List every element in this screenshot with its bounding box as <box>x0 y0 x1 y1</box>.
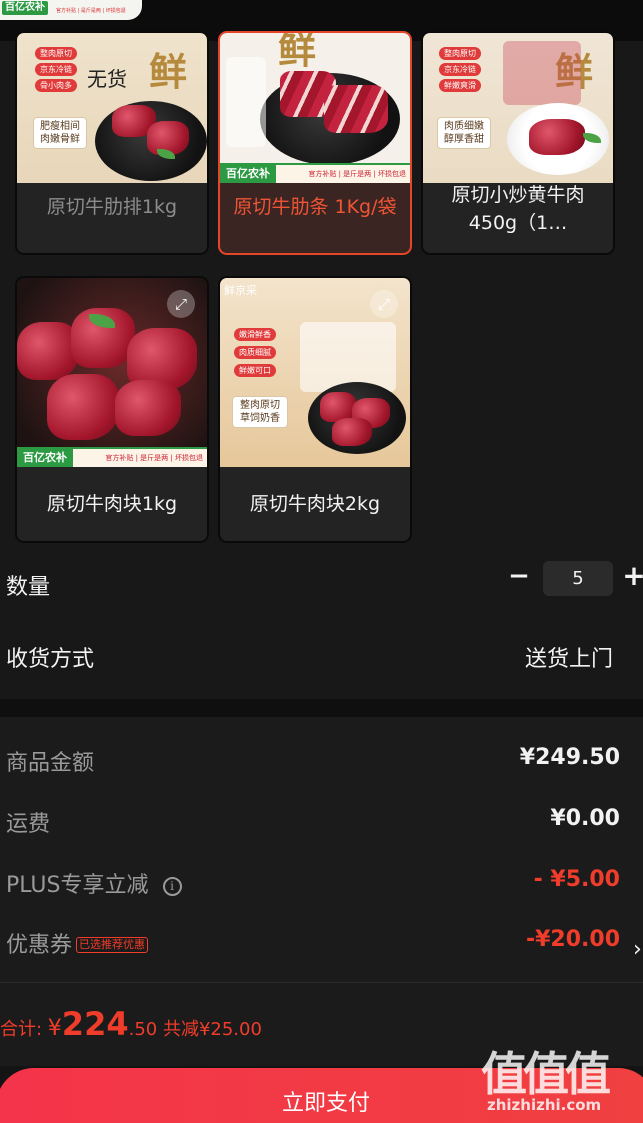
meat-image <box>17 322 79 380</box>
increase-quantity-button[interactable]: + <box>622 562 643 591</box>
meat-image <box>115 380 181 436</box>
feature-box: 肥瘦相间 肉嫩骨鲜 <box>33 117 87 149</box>
feature-box: 肉质细嫩 醇厚香甜 <box>437 117 491 149</box>
brand-logo: 百亿农补 <box>2 1 48 15</box>
quantity-input[interactable]: 5 <box>543 561 613 596</box>
product-image: 整肉原切 京东冷链 鲜嫩爽滑 鲜 肉质细嫩 醇厚香甜 <box>423 33 613 183</box>
badge: 鲜嫩爽滑 <box>439 79 481 92</box>
coupon-row[interactable]: 优惠券 已选推荐优惠 -¥20.00 › <box>0 927 643 962</box>
ribbon-tagline: 官方补贴 | 是斤是两 | 坏损包退 <box>105 454 203 462</box>
meat-image <box>324 85 388 133</box>
total-prefix: 合计: <box>0 1019 48 1040</box>
ribbon-tagline: 官方补贴 | 是斤是两 | 坏损包退 <box>308 170 406 178</box>
coupon-value: -¥20.00 <box>525 927 620 952</box>
badge: 鲜嫩可口 <box>234 364 276 377</box>
product-card-rib-strip-1kg[interactable]: 鲜 百亿农补 官方补贴 | 是斤是两 | 坏损包退 原切牛肋条 1Kg/袋 <box>218 31 412 255</box>
delivery-label: 收货方式 <box>6 647 95 672</box>
brand-character: 鲜 <box>149 49 188 94</box>
package-image <box>226 57 266 147</box>
product-name: 原切牛肋排1kg <box>46 196 178 218</box>
product-grid: 整肉原切 京东冷链 骨小肉多 鲜 无货 肥瘦相间 肉嫩骨鲜 原切牛肋排1kg 鲜… <box>0 31 643 551</box>
brand-ribbon: 百亿农补 官方补贴 | 是斤是两 | 坏损包退 <box>17 447 207 467</box>
decrease-quantity-button[interactable]: − <box>508 563 530 591</box>
quantity-label: 数量 <box>6 575 51 600</box>
meat-image <box>332 418 372 446</box>
product-image: 整肉原切 京东冷链 骨小肉多 鲜 无货 肥瘦相间 肉嫩骨鲜 <box>17 33 207 183</box>
delivery-value: 送货上门 <box>524 647 613 672</box>
total-decimal: .50 <box>128 1019 158 1040</box>
product-image: 鲜京采 嫩滑鲜香 肉质细腻 鲜嫩可口 整肉原切 草饲奶香 ⤢ <box>220 278 410 467</box>
product-card-stirfry-beef-450g[interactable]: 整肉原切 京东冷链 鲜嫩爽滑 鲜 肉质细嫩 醇厚香甜 原切小炒黄牛肉450g（1… <box>421 31 615 255</box>
shipping-label: 运费 <box>6 812 51 837</box>
badge: 京东冷链 <box>35 63 77 76</box>
delivery-row[interactable]: 收货方式 送货上门 <box>0 621 643 699</box>
feature-box: 整肉原切 草饲奶香 <box>232 396 288 428</box>
watermark-logo: 值值值 <box>481 1047 611 1101</box>
badge: 肉质细腻 <box>234 346 276 359</box>
product-name: 原切牛肉块1kg <box>46 493 178 515</box>
badge: 骨小肉多 <box>35 79 77 92</box>
goods-amount-label: 商品金额 <box>6 751 95 776</box>
product-name: 原切牛肉块2kg <box>249 493 381 515</box>
brand-corner: 鲜京采 <box>224 284 257 297</box>
badge: 京东冷链 <box>439 63 481 76</box>
goods-amount-value: ¥249.50 <box>519 745 620 770</box>
product-image: 鲜 百亿农补 官方补贴 | 是斤是两 | 坏损包退 <box>220 33 410 183</box>
quantity-row: 数量 − 5 + <box>0 551 643 621</box>
section-divider <box>0 699 643 717</box>
brand-ribbon: 百亿农补 官方补贴 | 是斤是两 | 坏损包退 <box>220 163 410 183</box>
info-icon[interactable]: i <box>162 877 182 896</box>
brand-banner: 百亿农补 官方补贴 | 是斤是两 | 坏损包退 <box>0 0 142 20</box>
goods-amount-row: 商品金额 ¥249.50 <box>0 745 643 779</box>
total-currency: ¥ <box>47 1016 62 1041</box>
brand-tagline: 官方补贴 | 是斤是两 | 坏损包退 <box>56 8 126 14</box>
product-card-rib-1kg[interactable]: 整肉原切 京东冷链 骨小肉多 鲜 无货 肥瘦相间 肉嫩骨鲜 原切牛肋排1kg <box>15 31 209 255</box>
ribbon-brand: 百亿农补 <box>220 165 276 183</box>
brand-character: 鲜 <box>278 33 317 72</box>
out-of-stock-label: 无货 <box>87 67 127 91</box>
total-integer: 224 <box>61 1005 129 1043</box>
expand-icon[interactable]: ⤢ <box>370 290 398 318</box>
plus-discount-value: - ¥5.00 <box>533 867 620 892</box>
package-image <box>503 41 581 105</box>
meat-image <box>529 119 585 155</box>
expand-icon[interactable]: ⤢ <box>167 290 195 318</box>
watermark-url: zhizhizhi.com <box>487 1096 602 1114</box>
shipping-row: 运费 ¥0.00 <box>0 806 643 840</box>
badge: 整肉原切 <box>35 47 77 60</box>
ribbon-brand: 百亿农补 <box>17 449 73 467</box>
coupon-recommended-tag: 已选推荐优惠 <box>76 937 149 953</box>
plus-discount-row: PLUS专享立减 i - ¥5.00 <box>0 867 643 901</box>
total-amount: 合计: ¥224.50 共减¥25.00 <box>0 1005 262 1043</box>
badge: 嫩滑鲜香 <box>234 328 276 341</box>
shipping-value: ¥0.00 <box>550 806 620 831</box>
meat-image <box>47 374 119 440</box>
product-card-beef-cubes-1kg[interactable]: ⤢ 百亿农补 官方补贴 | 是斤是两 | 坏损包退 原切牛肉块1kg <box>15 276 209 543</box>
product-image: ⤢ 百亿农补 官方补贴 | 是斤是两 | 坏损包退 <box>17 278 207 467</box>
product-card-beef-cubes-2kg[interactable]: 鲜京采 嫩滑鲜香 肉质细腻 鲜嫩可口 整肉原切 草饲奶香 ⤢ 原切牛肉块2kg <box>218 276 412 543</box>
chevron-right-icon[interactable]: › <box>633 937 643 962</box>
price-summary: 商品金额 ¥249.50 运费 ¥0.00 PLUS专享立减 i - ¥5.00 … <box>0 717 643 982</box>
site-watermark: 值值值 zhizhizhi.com <box>481 1038 631 1118</box>
badge: 整肉原切 <box>439 47 481 60</box>
plus-discount-label: PLUS专享立减 <box>6 873 149 898</box>
coupon-label: 优惠券 <box>6 933 73 958</box>
total-saved: 共减¥25.00 <box>157 1019 262 1040</box>
product-name: 原切小炒黄牛肉450g（1… <box>451 184 585 234</box>
product-name: 原切牛肋条 1Kg/袋 <box>233 196 397 218</box>
